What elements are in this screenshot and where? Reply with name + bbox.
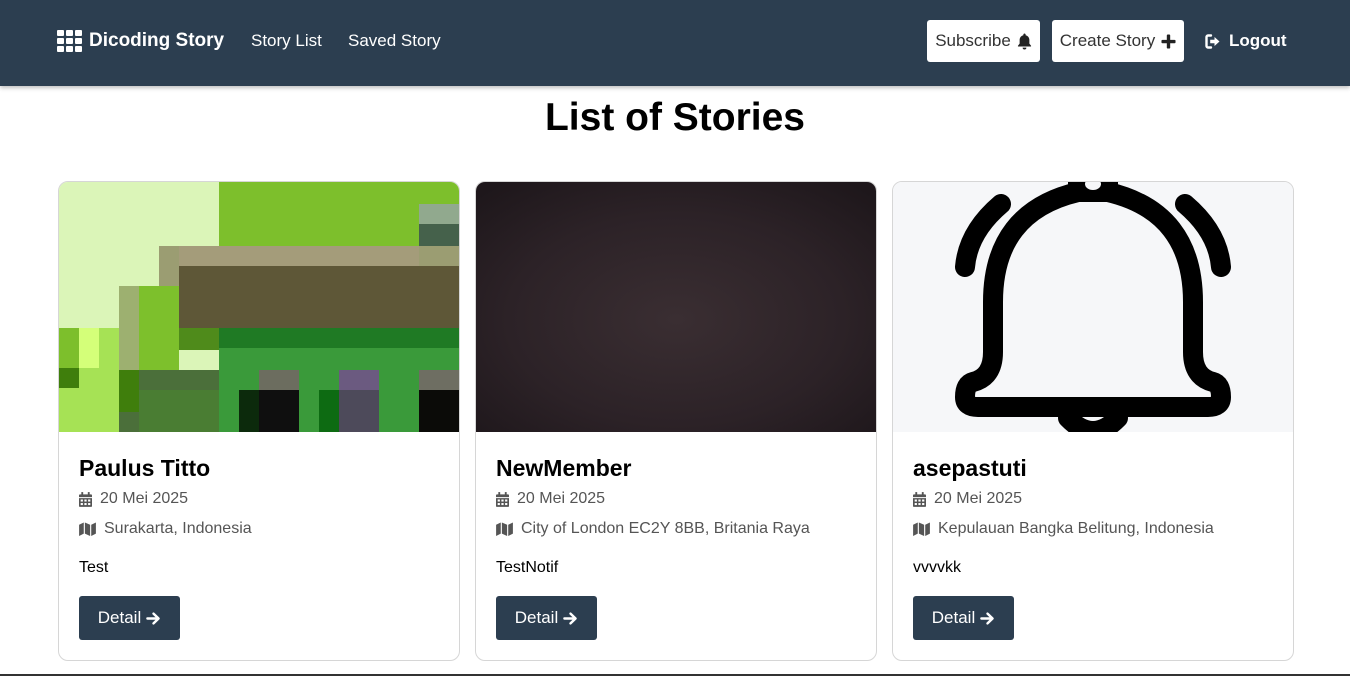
bell-icon xyxy=(1017,33,1031,49)
logout-label: Logout xyxy=(1229,31,1287,50)
story-date: 20 Mei 2025 xyxy=(79,489,188,509)
arrow-right-icon xyxy=(980,611,995,625)
detail-button[interactable]: Detail xyxy=(496,596,597,640)
story-location: City of London EC2Y 8BB, Britania Raya xyxy=(496,519,810,539)
create-story-label: Create Story xyxy=(1059,31,1156,50)
story-card: asepastuti 20 Mei 2025 Kepulauan Bangka … xyxy=(892,181,1294,661)
detail-label: Detail xyxy=(514,608,559,627)
nav-link-story-list[interactable]: Story List xyxy=(251,31,322,51)
page-title: List of Stories xyxy=(544,96,806,139)
story-location-text: Surakarta, Indonesia xyxy=(104,520,252,537)
navbar: Dicoding Story Story List Saved Story Su… xyxy=(0,0,1350,86)
story-date: 20 Mei 2025 xyxy=(913,489,1022,509)
story-location: Surakarta, Indonesia xyxy=(79,519,252,539)
story-card: NewMember 20 Mei 2025 City of London EC2… xyxy=(475,181,877,661)
brand-link[interactable]: Dicoding Story xyxy=(57,29,224,52)
story-image[interactable] xyxy=(476,182,876,432)
plus-icon xyxy=(1161,33,1176,49)
story-location: Kepulauan Bangka Belitung, Indonesia xyxy=(913,519,1214,539)
story-date-text: 20 Mei 2025 xyxy=(517,490,606,507)
sign-out-icon xyxy=(1205,33,1220,49)
story-image[interactable] xyxy=(59,182,459,432)
arrow-right-icon xyxy=(563,611,578,625)
map-icon xyxy=(79,522,96,536)
detail-button[interactable]: Detail xyxy=(913,596,1014,640)
story-author: asepastuti xyxy=(913,455,1027,481)
subscribe-label: Subscribe xyxy=(935,31,1011,50)
story-author: NewMember xyxy=(496,455,632,481)
story-image[interactable] xyxy=(893,182,1293,432)
story-card: Paulus Titto 20 Mei 2025 Surakarta, Indo… xyxy=(58,181,460,661)
calendar-icon xyxy=(913,491,926,507)
story-location-text: City of London EC2Y 8BB, Britania Raya xyxy=(521,520,810,537)
logout-button[interactable]: Logout xyxy=(1205,30,1287,52)
story-date: 20 Mei 2025 xyxy=(496,489,605,509)
grid-icon xyxy=(57,29,82,52)
story-date-text: 20 Mei 2025 xyxy=(934,490,1023,507)
detail-label: Detail xyxy=(931,608,976,627)
story-description: Test xyxy=(79,559,109,576)
story-location-text: Kepulauan Bangka Belitung, Indonesia xyxy=(938,520,1214,537)
detail-label: Detail xyxy=(97,608,142,627)
detail-button[interactable]: Detail xyxy=(79,596,180,640)
create-story-button[interactable]: Create Story xyxy=(1052,20,1184,62)
brand-name: Dicoding Story xyxy=(89,29,225,51)
nav-link-saved-story[interactable]: Saved Story xyxy=(348,31,441,51)
arrow-right-icon xyxy=(146,611,161,625)
map-icon xyxy=(913,522,930,536)
story-date-text: 20 Mei 2025 xyxy=(100,490,189,507)
story-description: vvvvkk xyxy=(913,559,961,576)
subscribe-button[interactable]: Subscribe xyxy=(927,20,1040,62)
map-icon xyxy=(496,522,513,536)
story-description: TestNotif xyxy=(496,559,559,576)
calendar-icon xyxy=(496,491,509,507)
calendar-icon xyxy=(79,491,92,507)
story-author: Paulus Titto xyxy=(79,455,211,481)
